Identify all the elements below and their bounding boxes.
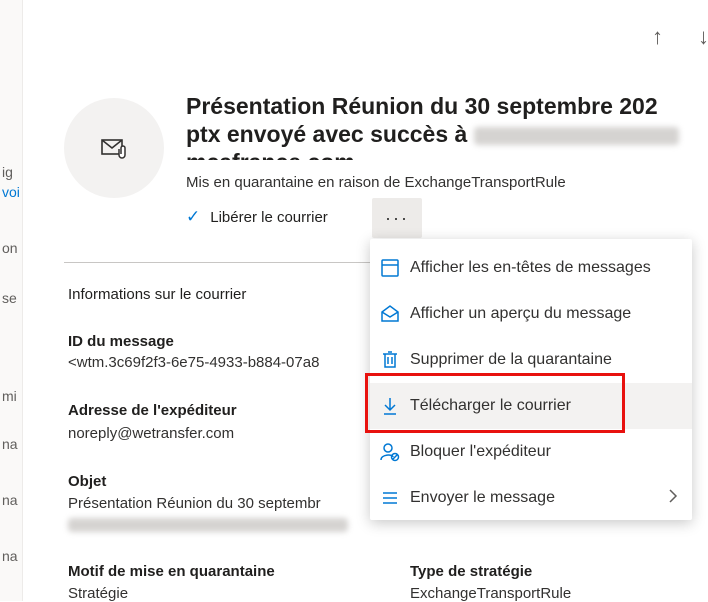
- chevron-right-icon: [668, 488, 678, 508]
- redacted-subject-continuation: [68, 518, 348, 532]
- block-user-icon: [370, 442, 410, 462]
- left-fragment: voi: [2, 184, 20, 200]
- message-id-value: <wtm.3c69f2f3-6e75-4933-b884-07a8: [68, 354, 320, 371]
- next-arrow-icon[interactable]: ↓: [698, 24, 708, 50]
- sender-value: noreply@wetransfer.com: [68, 425, 235, 442]
- left-fragment: ig: [2, 164, 13, 180]
- avatar: [64, 98, 164, 198]
- quarantine-reason-label: Motif de mise en quarantaine: [68, 563, 275, 580]
- title-line-3: mcafrance.com: [186, 148, 708, 160]
- menu-item-send-message[interactable]: Envoyer le message: [370, 475, 692, 521]
- message-id-label: ID du message: [68, 333, 174, 350]
- release-label: Libérer le courrier: [210, 208, 328, 226]
- subject-value: Présentation Réunion du 30 septembr: [68, 495, 321, 512]
- menu-item-preview-message[interactable]: Afficher un aperçu du message: [370, 291, 692, 337]
- header-icon: [370, 258, 410, 278]
- highlight-box: [365, 373, 625, 433]
- policy-type-label: Type de stratégie: [410, 563, 533, 580]
- left-fragment: on: [2, 240, 18, 256]
- policy-type-value: ExchangeTransportRule: [410, 585, 572, 602]
- section-title: Informations sur le courrier: [68, 286, 247, 303]
- left-fragment: na: [2, 548, 18, 564]
- menu-item-label: Afficher un aperçu du message: [410, 305, 632, 322]
- left-fragment: mi: [2, 388, 17, 404]
- divider: [64, 262, 374, 263]
- menu-item-label: Supprimer de la quarantaine: [410, 351, 612, 368]
- redacted-recipient: [473, 126, 679, 145]
- previous-arrow-icon[interactable]: ↑: [652, 24, 663, 50]
- sender-label: Adresse de l'expéditeur: [68, 402, 237, 419]
- quarantine-reason-subtitle: Mis en quarantaine en raison de Exchange…: [186, 174, 566, 191]
- left-fragment: na: [2, 436, 18, 452]
- left-panel: ig voi on se mi na na na: [0, 0, 23, 601]
- check-icon: ✓: [186, 207, 201, 226]
- more-actions-button[interactable]: ···: [372, 198, 422, 238]
- title-line-1: Présentation Réunion du 30 septembre 202: [186, 93, 658, 119]
- left-fragment: se: [2, 290, 17, 306]
- menu-item-label: Envoyer le message: [410, 489, 555, 506]
- mail-attachment-icon: [101, 139, 126, 159]
- subject-label: Objet: [68, 473, 107, 490]
- message-title: Présentation Réunion du 30 septembre 202…: [186, 92, 708, 160]
- release-button[interactable]: ✓ Libérer le courrier: [186, 207, 328, 227]
- lines-icon: [370, 488, 410, 508]
- quarantine-reason-value: Stratégie: [68, 585, 129, 602]
- trash-icon: [370, 350, 410, 370]
- menu-item-label: Bloquer l'expéditeur: [410, 443, 551, 460]
- title-line-2: ptx envoyé avec succès à: [186, 120, 708, 148]
- left-fragment: na: [2, 492, 18, 508]
- menu-item-view-headers[interactable]: Afficher les en-têtes de messages: [370, 245, 692, 291]
- menu-item-block-sender[interactable]: Bloquer l'expéditeur: [370, 429, 692, 475]
- envelope-open-icon: [370, 304, 410, 324]
- menu-item-label: Afficher les en-têtes de messages: [410, 259, 651, 276]
